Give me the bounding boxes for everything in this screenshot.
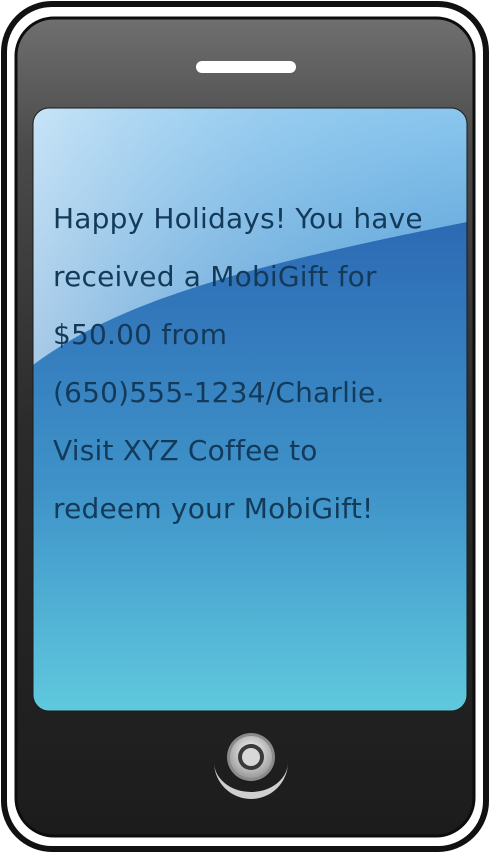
home-button-icon[interactable] [206, 720, 296, 810]
speaker-slot-icon [196, 61, 296, 73]
phone-illustration: Happy Holidays! You have received a Mobi… [0, 0, 490, 853]
message-line: $50.00 from [53, 318, 228, 351]
gift-message: Happy Holidays! You have received a Mobi… [53, 190, 453, 538]
message-line: Visit XYZ Coffee to [53, 434, 318, 467]
message-line: redeem your MobiGift! [53, 492, 374, 525]
message-line: received a MobiGift for [53, 260, 377, 293]
message-line: (650)555-1234/Charlie. [53, 376, 385, 409]
message-line: Happy Holidays! You have [53, 202, 423, 235]
